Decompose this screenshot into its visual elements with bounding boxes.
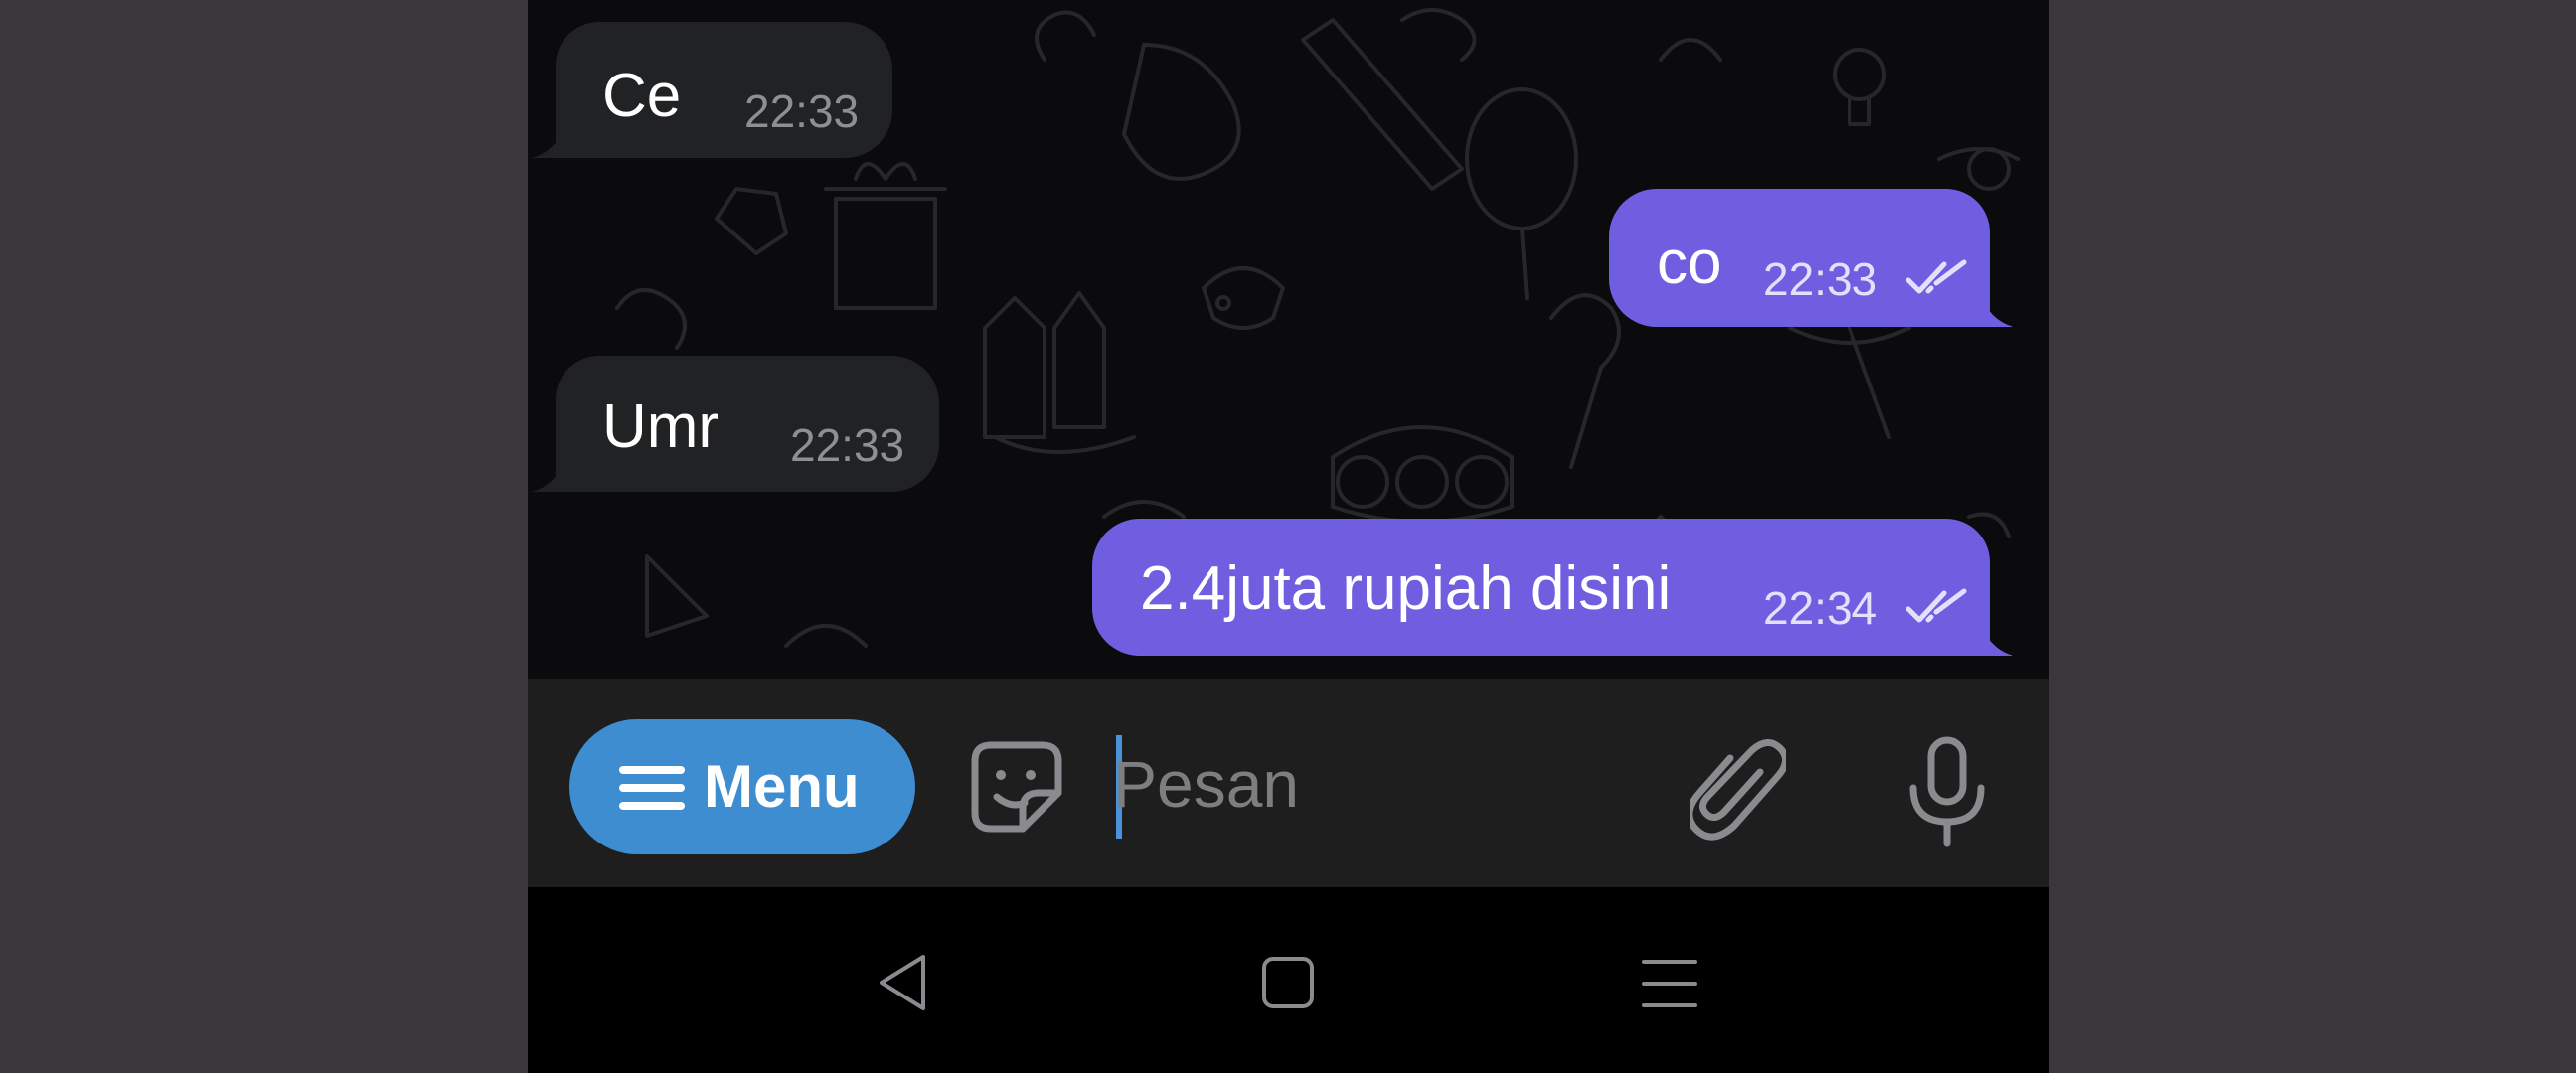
double-check-icon [1906, 588, 1967, 623]
paperclip-icon[interactable] [1690, 736, 1786, 845]
message-text: Umr [602, 392, 720, 461]
microphone-icon[interactable] [1905, 734, 1989, 849]
message-time: 22:33 [744, 85, 860, 137]
bubble-tail [1978, 620, 2013, 656]
message-outgoing[interactable]: co 22:33 [1609, 189, 2013, 327]
message-incoming[interactable]: Umr 22:33 [532, 356, 939, 492]
recents-icon[interactable] [1641, 958, 1698, 1009]
bubble-tail [532, 122, 567, 158]
bubble-tail [532, 456, 567, 492]
sticker-icon[interactable] [965, 735, 1068, 839]
message-outgoing[interactable]: 2.4juta rupiah disini 22:34 [1092, 519, 2013, 656]
back-icon[interactable] [876, 953, 931, 1012]
message-input-bar: Menu [528, 679, 2049, 887]
message-incoming[interactable]: Ce 22:33 [532, 22, 892, 158]
system-navigation-bar [528, 887, 2049, 1073]
menu-button-label: Menu [704, 753, 860, 820]
double-check-icon [1906, 259, 1967, 294]
message-text: co [1657, 229, 1722, 297]
message-text: Ce [602, 62, 682, 130]
home-icon[interactable] [1261, 956, 1315, 1009]
message-time: 22:33 [1763, 253, 1878, 305]
menu-icon [619, 766, 685, 810]
chat-area[interactable]: Ce 22:33 co 22:33 Umr 22:33 2.4juta rupi… [528, 0, 2049, 679]
message-input[interactable] [1113, 728, 1670, 840]
message-time: 22:34 [1763, 582, 1878, 634]
message-text: 2.4juta rupiah disini [1140, 554, 1672, 623]
bubble-tail [1978, 291, 2013, 327]
message-time: 22:33 [790, 419, 905, 471]
menu-button[interactable]: Menu [569, 719, 915, 854]
phone-screen: Ce 22:33 co 22:33 Umr 22:33 2.4juta rupi… [528, 0, 2049, 1073]
